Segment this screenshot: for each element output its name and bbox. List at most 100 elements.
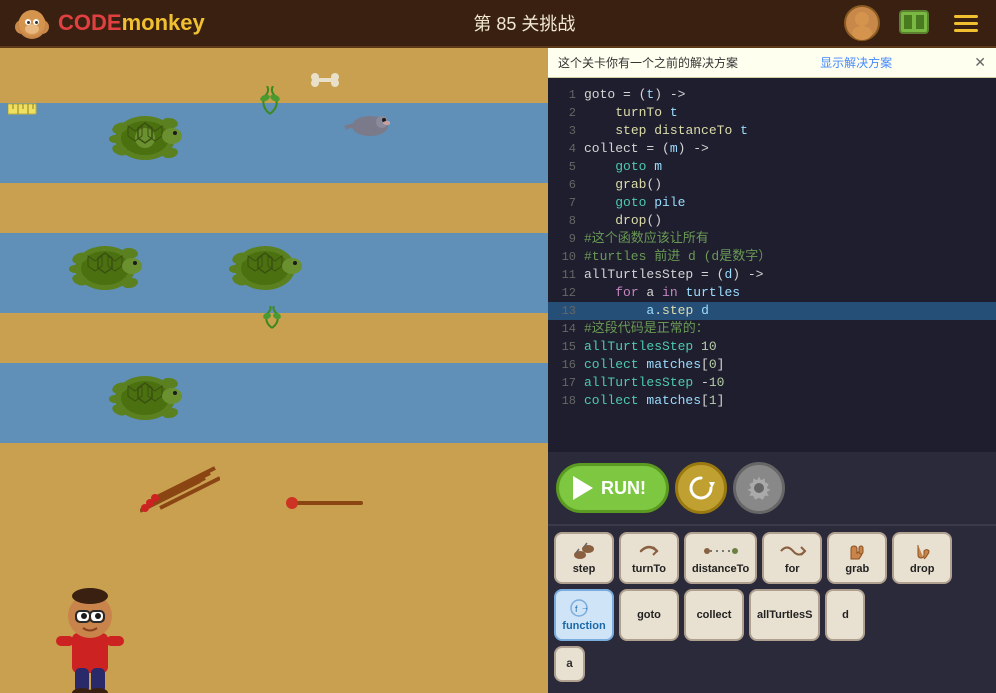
book-icon[interactable] xyxy=(896,5,932,41)
monkey-logo-icon xyxy=(12,3,52,43)
play-icon xyxy=(573,476,593,500)
turnto-label: turnTo xyxy=(632,563,666,575)
level-title: 第 85 关挑战 xyxy=(473,10,575,36)
notice-text: 这个关卡你有一个之前的解决方案 xyxy=(558,54,738,71)
line-number: 8 xyxy=(552,212,576,230)
line-content: turnTo t xyxy=(584,104,678,122)
line-content: collect matches[1] xyxy=(584,392,724,410)
function-button[interactable]: f → function xyxy=(554,589,614,641)
code-line-18: 18collect matches[1] xyxy=(548,392,996,410)
stick-pile xyxy=(140,463,220,513)
top-icons xyxy=(844,5,984,41)
line-content: goto m xyxy=(584,158,662,176)
grab-icon xyxy=(845,541,869,561)
run-button[interactable]: RUN! xyxy=(556,463,669,513)
d-label: d xyxy=(842,609,849,621)
for-button[interactable]: for xyxy=(762,532,822,584)
grab-label: grab xyxy=(845,563,869,575)
step-label: step xyxy=(573,563,596,575)
code-line-16: 16 collect matches[0] xyxy=(548,356,996,374)
code-line-10: 10 #turtles 前进 d (d是数字） xyxy=(548,248,996,266)
turnto-button[interactable]: turnTo xyxy=(619,532,679,584)
user-avatar-icon[interactable] xyxy=(844,5,880,41)
line-number: 11 xyxy=(552,266,576,284)
line-number: 5 xyxy=(552,158,576,176)
a-button[interactable]: a xyxy=(554,646,585,682)
menu-icon[interactable] xyxy=(948,5,984,41)
drop-label: drop xyxy=(910,563,934,575)
line-content: a.step d xyxy=(584,302,709,320)
code-line-2: 2 turnTo t xyxy=(548,104,996,122)
distanceto-label: distanceTo xyxy=(692,563,749,575)
step-button[interactable]: step xyxy=(554,532,614,584)
line-number: 7 xyxy=(552,194,576,212)
line-content: grab() xyxy=(584,176,662,194)
water-lane-3 xyxy=(0,363,548,443)
turtle-2 xyxy=(60,233,150,303)
line-number: 6 xyxy=(552,176,576,194)
grab-button[interactable]: grab xyxy=(827,532,887,584)
main-content: 这个关卡你有一个之前的解决方案 显示解决方案 ✕ 1goto = (t) ->2… xyxy=(0,48,996,693)
d-button[interactable]: d xyxy=(825,589,865,641)
distanceto-icon xyxy=(703,541,739,561)
sand-lane-1 xyxy=(0,183,548,233)
settings-button[interactable] xyxy=(733,462,785,514)
code-line-14: 14 #这段代码是正常的： xyxy=(548,320,996,338)
run-label: RUN! xyxy=(601,478,646,499)
line-number: 14 xyxy=(552,320,576,338)
line-content: for a in turtles xyxy=(584,284,740,302)
player-character xyxy=(50,578,140,693)
line-number: 16 xyxy=(552,356,576,374)
line-number: 9 xyxy=(552,230,576,248)
mole-item xyxy=(340,108,390,138)
code-line-1: 1goto = (t) -> xyxy=(548,86,996,104)
code-line-13: 13 a.step d xyxy=(548,302,996,320)
reset-button[interactable] xyxy=(675,462,727,514)
logo-area: CODEmonkey xyxy=(12,3,205,43)
code-line-3: 3 step distanceTo t xyxy=(548,122,996,140)
show-solution-link[interactable]: 显示解决方案 xyxy=(820,54,892,71)
function-icon: f → xyxy=(569,598,599,618)
toolbar-row-3: a xyxy=(554,646,990,682)
collect-label: collect xyxy=(697,609,732,621)
a-label: a xyxy=(566,657,573,671)
line-number: 10 xyxy=(552,248,576,266)
line-content: step distanceTo t xyxy=(584,122,748,140)
code-line-7: 7 goto pile xyxy=(548,194,996,212)
code-line-5: 5 goto m xyxy=(548,158,996,176)
distanceto-button[interactable]: distanceTo xyxy=(684,532,757,584)
line-content: allTurtlesStep = (d) -> xyxy=(584,266,763,284)
line-content: allTurtlesStep 10 xyxy=(584,338,717,356)
line-content: #这段代码是正常的： xyxy=(584,320,709,338)
line-content: allTurtlesStep -10 xyxy=(584,374,724,392)
line-number: 12 xyxy=(552,284,576,302)
drop-icon xyxy=(910,541,934,561)
code-editor[interactable]: 1goto = (t) ->2 turnTo t3 step distanceT… xyxy=(548,78,996,452)
allturtles-button[interactable]: allTurtlesS xyxy=(749,589,820,641)
reset-icon xyxy=(687,474,715,502)
goto-label: goto xyxy=(637,609,661,621)
line-content: #turtles 前进 d (d是数字） xyxy=(584,248,771,266)
code-line-17: 17allTurtlesStep -10 xyxy=(548,374,996,392)
line-content: #这个函数应该让所有 xyxy=(584,230,709,248)
for-label: for xyxy=(785,563,800,575)
line-number: 4 xyxy=(552,140,576,158)
line-number: 2 xyxy=(552,104,576,122)
code-line-8: 8 drop() xyxy=(548,212,996,230)
collect-button[interactable]: collect xyxy=(684,589,744,641)
drop-button[interactable]: drop xyxy=(892,532,952,584)
code-panel: 这个关卡你有一个之前的解决方案 显示解决方案 ✕ 1goto = (t) ->2… xyxy=(548,48,996,693)
line-content: goto = (t) -> xyxy=(584,86,685,104)
turtle-3 xyxy=(220,233,310,303)
goto-button[interactable]: goto xyxy=(619,589,679,641)
match-item xyxy=(285,496,365,510)
line-number: 3 xyxy=(552,122,576,140)
svg-text:→: → xyxy=(581,603,589,612)
notice-close-button[interactable]: ✕ xyxy=(974,54,986,71)
turtle-1 xyxy=(100,103,190,173)
toolbar: step turnTo xyxy=(548,524,996,693)
function-label: function xyxy=(562,620,605,632)
bone-item xyxy=(310,73,340,87)
logo-text: CODEmonkey xyxy=(58,10,205,36)
line-content: collect matches[0] xyxy=(584,356,724,374)
